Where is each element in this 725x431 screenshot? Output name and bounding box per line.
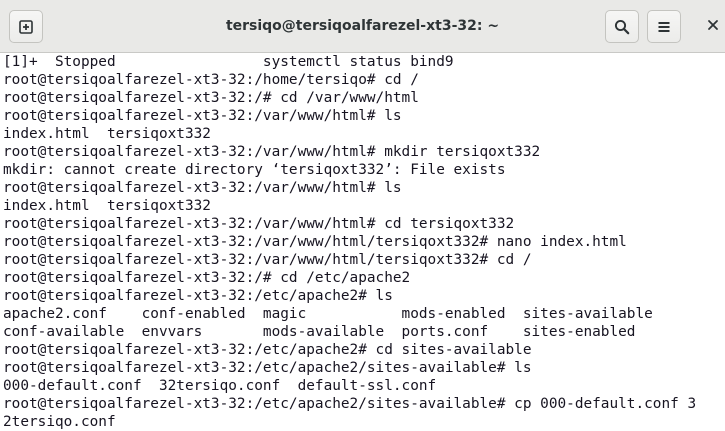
terminal-line: 000-default.conf 32tersiqo.conf default-… [3, 378, 437, 394]
terminal-line: root@tersiqoalfarezel-xt3-32:/# cd /etc/… [3, 270, 411, 286]
terminal-output[interactable]: [1]+ Stopped systemctl status bind9 root… [0, 53, 725, 431]
hamburger-menu-icon [656, 19, 672, 35]
title-bar[interactable]: tersiqo@tersiqoalfarezel-xt3-32: ~ [0, 0, 725, 53]
menu-button[interactable] [647, 10, 681, 43]
terminal-line: root@tersiqoalfarezel-xt3-32:/etc/apache… [3, 288, 393, 304]
terminal-line: root@tersiqoalfarezel-xt3-32:/etc/apache… [3, 396, 697, 412]
terminal-window: tersiqo@tersiqoalfarezel-xt3-32: ~ [1]+ … [0, 0, 725, 431]
close-button[interactable] [703, 17, 723, 37]
terminal-line: root@tersiqoalfarezel-xt3-32:/home/tersi… [3, 72, 419, 88]
terminal-line: root@tersiqoalfarezel-xt3-32:/var/www/ht… [3, 216, 515, 232]
close-icon [707, 18, 719, 36]
new-tab-icon [18, 19, 34, 35]
terminal-line: root@tersiqoalfarezel-xt3-32:/etc/apache… [3, 360, 532, 376]
terminal-line: root@tersiqoalfarezel-xt3-32:/var/www/ht… [3, 234, 627, 250]
terminal-line: root@tersiqoalfarezel-xt3-32:/var/www/ht… [3, 144, 541, 160]
search-button[interactable] [605, 10, 639, 43]
terminal-line: index.html tersiqoxt332 [3, 126, 211, 142]
terminal-line: [1]+ Stopped systemctl status bind9 [3, 54, 454, 70]
terminal-line: apache2.conf conf-enabled magic mods-ena… [3, 306, 653, 322]
terminal-line: index.html tersiqoxt332 [3, 198, 211, 214]
terminal-line: 2tersiqo.conf [3, 414, 116, 430]
terminal-line: conf-available envvars mods-available po… [3, 324, 636, 340]
terminal-line: mkdir: cannot create directory ‘tersiqox… [3, 162, 506, 178]
new-tab-button[interactable] [9, 10, 43, 43]
terminal-line: root@tersiqoalfarezel-xt3-32:/# cd /var/… [3, 90, 419, 106]
terminal-line: root@tersiqoalfarezel-xt3-32:/etc/apache… [3, 342, 532, 358]
window-title: tersiqo@tersiqoalfarezel-xt3-32: ~ [225, 18, 500, 34]
search-icon [614, 19, 630, 35]
terminal-line: root@tersiqoalfarezel-xt3-32:/var/www/ht… [3, 252, 532, 268]
terminal-line: root@tersiqoalfarezel-xt3-32:/var/www/ht… [3, 180, 402, 196]
terminal-line: root@tersiqoalfarezel-xt3-32:/var/www/ht… [3, 108, 402, 124]
